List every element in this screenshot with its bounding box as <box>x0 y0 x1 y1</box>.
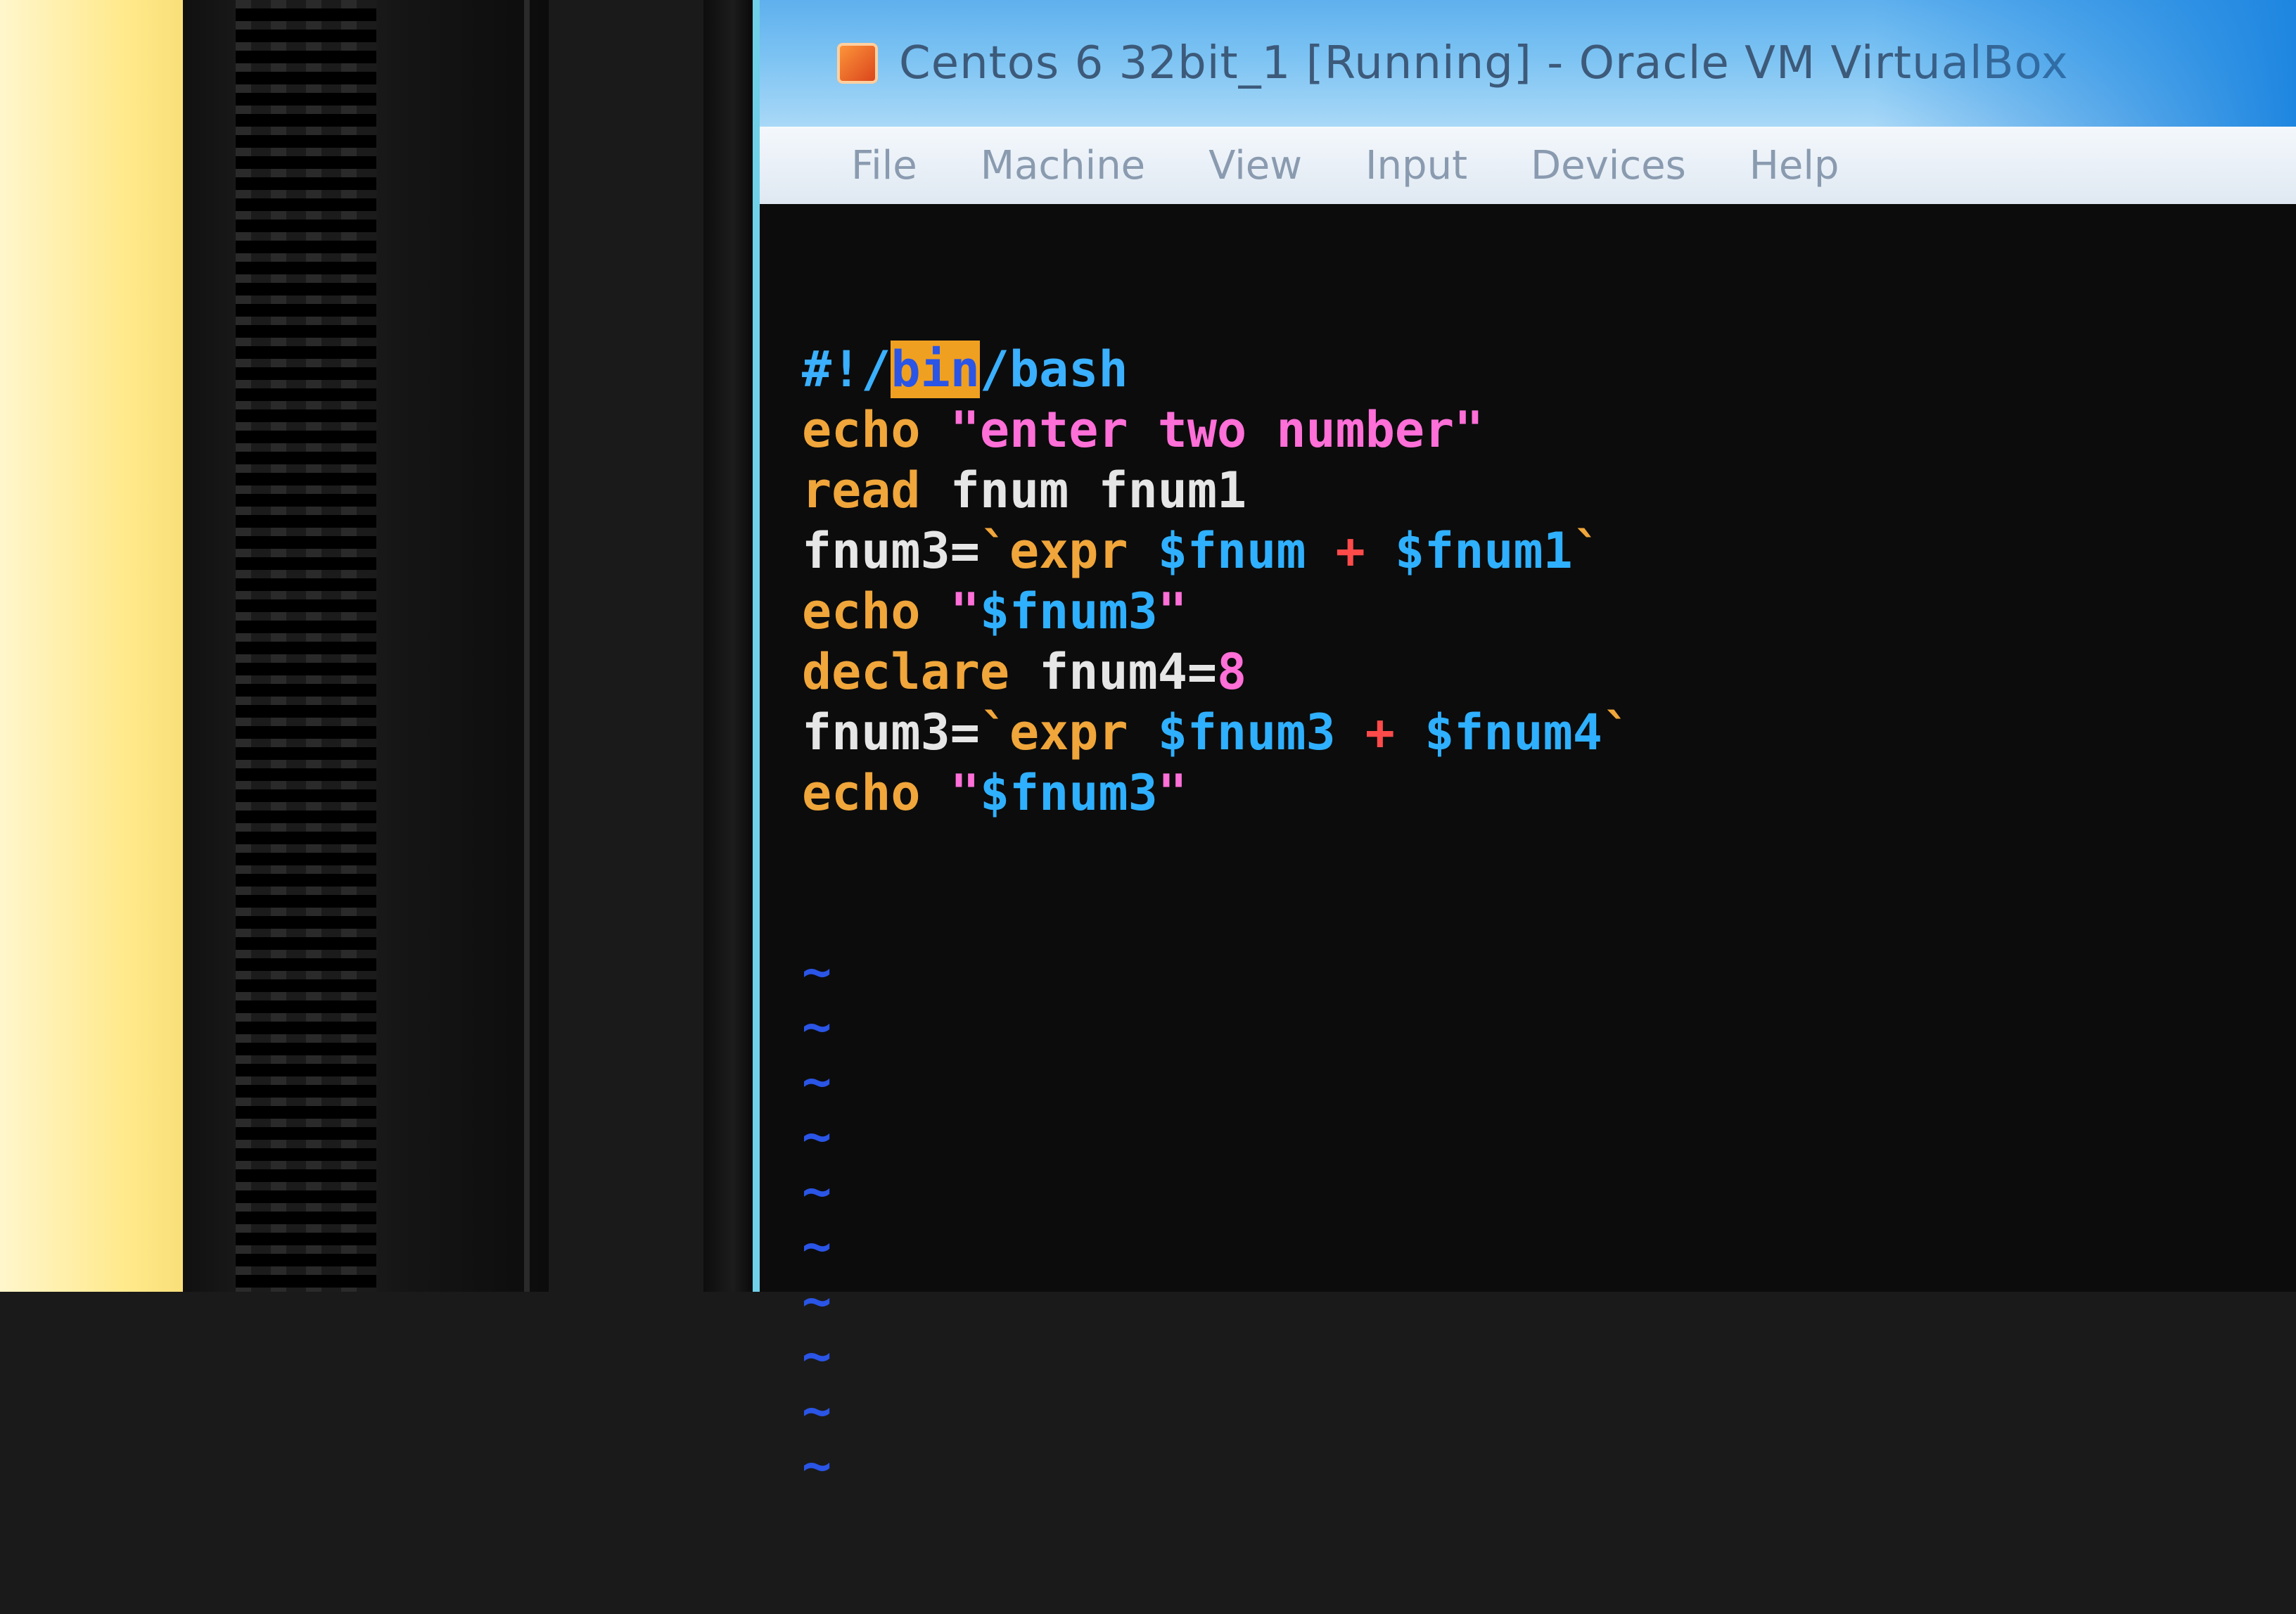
code-lines: #!/bin/bash echo "enter two number" read f… <box>802 339 2296 823</box>
menu-bar: File Machine View Input Devices Help <box>760 127 2296 204</box>
monitor-inner-bezel <box>703 0 753 1292</box>
menu-input[interactable]: Input <box>1365 143 1467 189</box>
title-bar-glow <box>1874 0 2296 127</box>
vim-editor-screen[interactable]: #!/bin/bash echo "enter two number" read f… <box>760 204 2296 1493</box>
empty-line-tilde: ~ <box>802 1107 832 1165</box>
code-token: /bash <box>979 341 1128 398</box>
code-token: 8 <box>1217 643 1247 701</box>
code-token: fnum fnum1 <box>920 462 1247 519</box>
code-token: $fnum1 <box>1394 522 1573 580</box>
title-bar[interactable]: Centos 6 32bit_1 [Running] - Oracle VM V… <box>760 0 2296 127</box>
code-line: echo "enter two number" <box>802 400 2296 460</box>
code-token: bin <box>891 341 980 398</box>
monitor-bezel-edge <box>524 0 530 1292</box>
menu-file[interactable]: File <box>851 143 917 189</box>
code-token: " <box>950 764 980 822</box>
code-token: fnum3= <box>802 522 980 580</box>
code-token: ` <box>1572 522 1602 580</box>
code-token: $fnum3 <box>979 583 1158 640</box>
code-line: echo "$fnum3" <box>802 763 2296 823</box>
empty-line-tilde: ~ <box>802 1437 832 1494</box>
code-token: echo <box>802 401 921 459</box>
code-token: $fnum4 <box>1424 704 1602 761</box>
code-token: $fnum <box>1157 522 1306 580</box>
menu-machine[interactable]: Machine <box>981 143 1145 189</box>
empty-line-tilde: ~ <box>802 1217 832 1275</box>
code-line: echo "$fnum3" <box>802 581 2296 642</box>
code-line: read fnum fnum1 <box>802 460 2296 521</box>
empty-line-tilde: ~ <box>802 943 832 1000</box>
virtualbox-window: Centos 6 32bit_1 [Running] - Oracle VM V… <box>753 0 2296 1493</box>
empty-line-tilde: ~ <box>802 1327 832 1385</box>
menu-devices[interactable]: Devices <box>1531 143 1686 189</box>
code-token: + <box>1306 522 1395 580</box>
code-token: " <box>1157 583 1187 640</box>
code-line: #!/bin/bash <box>802 339 2296 400</box>
code-token: " <box>1157 764 1187 822</box>
menu-view[interactable]: View <box>1208 143 1302 189</box>
code-token: declare <box>802 643 1010 701</box>
code-token: $fnum3 <box>979 764 1158 822</box>
empty-line-tilde: ~ <box>802 1053 832 1110</box>
code-token: ` <box>1602 704 1633 761</box>
code-line: fnum3=`expr $fnum3 + $fnum4` <box>802 702 2296 763</box>
code-token: fnum4= <box>1009 643 1218 701</box>
code-token: `expr <box>979 522 1158 580</box>
code-token: read <box>802 462 921 519</box>
code-line: fnum3=`expr $fnum + $fnum1` <box>802 521 2296 581</box>
empty-line-tilde: ~ <box>802 1162 832 1220</box>
menu-help[interactable]: Help <box>1749 143 1839 189</box>
empty-line-markers: ~ ~ ~ ~ ~ ~ ~ ~ ~ ~ <box>802 944 2296 1493</box>
code-token: echo <box>802 764 921 822</box>
code-token: " <box>950 583 980 640</box>
code-token: $fnum3 <box>1157 704 1336 761</box>
code-token: #!/ <box>802 341 891 398</box>
code-token: "enter two number" <box>950 401 1484 459</box>
code-token: `expr <box>979 704 1158 761</box>
empty-line-tilde: ~ <box>802 998 832 1055</box>
code-token: echo <box>802 583 921 640</box>
code-token: fnum3= <box>802 704 980 761</box>
code-token: + <box>1335 704 1425 761</box>
empty-line-tilde: ~ <box>802 1272 832 1330</box>
monitor-speaker-grille <box>236 0 376 1292</box>
code-line: declare fnum4=8 <box>802 642 2296 702</box>
empty-line-tilde: ~ <box>802 1382 832 1440</box>
virtualbox-app-icon[interactable] <box>837 43 878 84</box>
